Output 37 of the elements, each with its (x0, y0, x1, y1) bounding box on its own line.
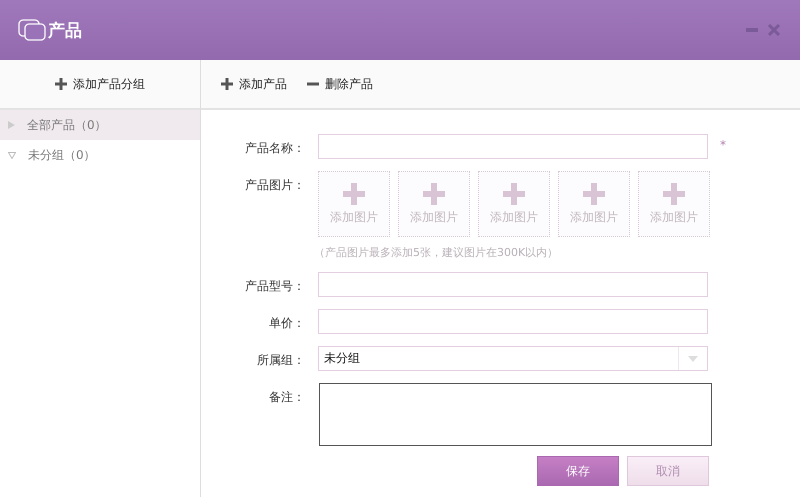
plus-icon (55, 78, 67, 90)
group-dropdown[interactable]: 未分组 (318, 346, 708, 371)
field-label: 产品名称： (244, 140, 305, 157)
field-label: 所属组： (256, 352, 305, 369)
input-field[interactable] (318, 309, 708, 334)
collapsed-triangle-icon (8, 121, 15, 129)
field-label: 产品型号： (244, 278, 305, 295)
notes-field[interactable] (319, 383, 712, 446)
input-field[interactable] (318, 272, 708, 297)
window-title: 产品 (48, 20, 82, 42)
add-product-button[interactable]: 添加产品 (221, 76, 287, 92)
close-icon[interactable] (768, 24, 780, 36)
cancel-button[interactable]: 取消 (627, 456, 709, 486)
group-item[interactable]: 全部产品（0） (0, 110, 200, 140)
plus-icon (503, 182, 525, 204)
plus-icon (343, 182, 365, 204)
dropdown-arrow-icon (688, 356, 698, 362)
save-button[interactable]: 保存 (537, 456, 619, 486)
input-field[interactable] (318, 134, 708, 159)
group-item[interactable]: 未分组（0） (0, 140, 200, 170)
add-image-button[interactable]: 添加图片 (558, 171, 630, 237)
hint-text: （产品图片最多添加5张，建议图片在300K以内） (314, 245, 560, 260)
add-image-button[interactable]: 添加图片 (478, 171, 550, 237)
plus-icon (423, 182, 445, 204)
add-image-button[interactable]: 添加图片 (318, 171, 390, 237)
delete-product-button[interactable]: 删除产品 (307, 76, 373, 92)
add-image-button[interactable]: 添加图片 (638, 171, 710, 237)
expanded-triangle-icon (8, 152, 16, 158)
plus-icon (583, 182, 605, 204)
field-label: 产品图片： (244, 177, 305, 194)
plus-icon (221, 78, 233, 90)
plus-icon (663, 182, 685, 204)
required-mark: * (720, 137, 726, 152)
field-label: 单价： (268, 315, 305, 332)
add-image-button[interactable]: 添加图片 (398, 171, 470, 237)
field-label: 备注： (268, 389, 305, 406)
add-group-button[interactable]: 添加产品分组 (55, 76, 145, 92)
